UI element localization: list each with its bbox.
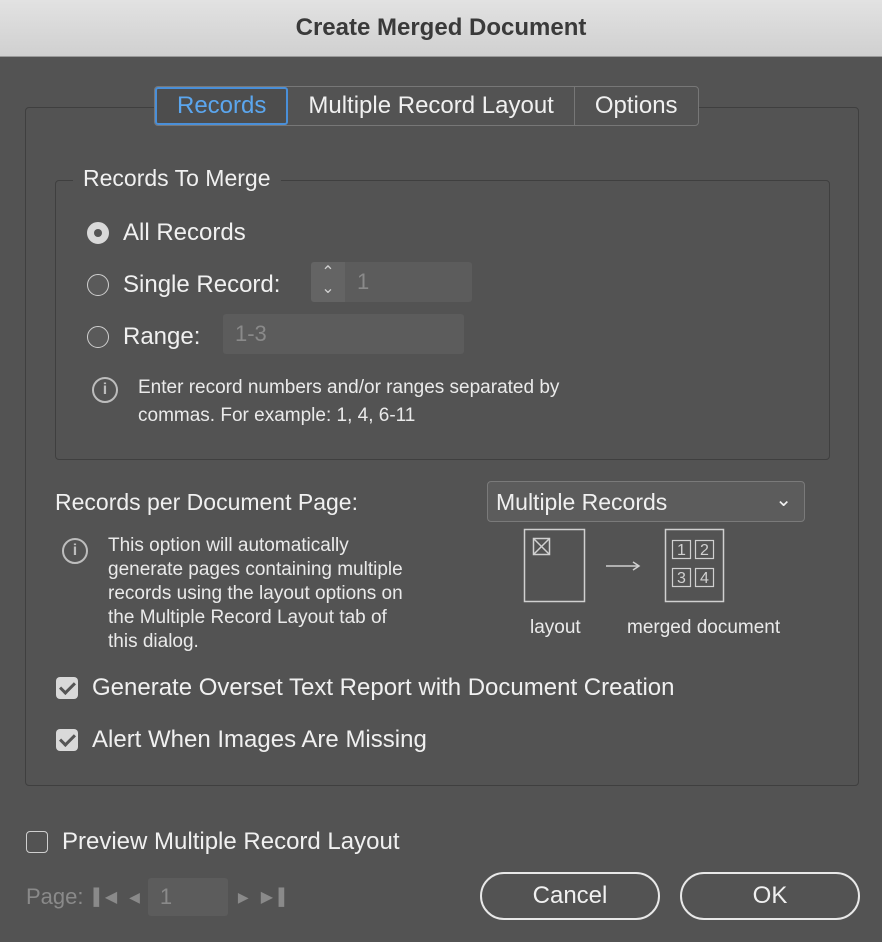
missing-images-option[interactable]: Alert When Images Are Missing	[56, 726, 427, 754]
preview-layout-label: Preview Multiple Record Layout	[62, 828, 400, 855]
all-records-label: All Records	[123, 219, 246, 246]
range-input[interactable]: 1-3	[223, 314, 464, 354]
merged-cell-label: 3	[677, 570, 686, 587]
merged-cell-label: 2	[700, 542, 709, 559]
tab-multiple-record-layout[interactable]: Multiple Record Layout	[288, 87, 575, 125]
info-icon: i	[62, 538, 88, 564]
per-page-info-line-4: the Multiple Record Layout tab of	[108, 607, 387, 628]
cancel-button[interactable]: Cancel	[480, 872, 660, 920]
per-page-info-line-3: records using the layout options on	[108, 583, 403, 604]
next-page-icon[interactable]: ▶	[238, 889, 249, 906]
single-record-option[interactable]: Single Record:	[87, 271, 280, 299]
previous-page-icon[interactable]: ◀	[129, 889, 140, 906]
records-info-text: Enter record numbers and/or ranges separ…	[138, 374, 559, 430]
single-record-radio[interactable]	[87, 274, 109, 296]
info-icon: i	[92, 377, 118, 403]
records-per-page-label: Records per Document Page:	[55, 489, 358, 515]
arrow-right-icon	[606, 561, 641, 571]
single-record-input[interactable]: 1	[345, 262, 472, 302]
range-radio[interactable]	[87, 326, 109, 348]
tab-bar: Records Multiple Record Layout Options	[154, 86, 699, 126]
records-info-line-2: commas. For example: 1, 4, 6-11	[138, 405, 416, 426]
overset-report-label: Generate Overset Text Report with Docume…	[92, 674, 675, 701]
page-label: Page:	[26, 884, 84, 909]
dialog-title: Create Merged Document	[295, 14, 587, 41]
layout-placeholder-icon	[532, 537, 551, 556]
preview-layout-checkbox[interactable]	[26, 831, 48, 853]
per-page-info-line-2: generate pages containing multiple	[108, 559, 403, 580]
records-info-line-1: Enter record numbers and/or ranges separ…	[138, 377, 560, 398]
merged-document-caption: merged document	[627, 617, 781, 638]
chevron-down-icon[interactable]: ⌄	[311, 281, 345, 297]
single-record-label: Single Record:	[123, 271, 281, 298]
layout-caption: layout	[530, 617, 581, 638]
records-per-page-dropdown[interactable]: Multiple Records ⌄	[487, 481, 805, 522]
create-merged-document-dialog: Create Merged Document Records Multiple …	[0, 0, 882, 942]
per-page-info-text: This option will automatically generate …	[108, 534, 403, 654]
page-navigator: Page: ▌◀ ◀ 1 ▶ ▶▐	[26, 878, 284, 916]
missing-images-label: Alert When Images Are Missing	[92, 726, 427, 753]
per-page-info-line-5: this dialog.	[108, 631, 199, 652]
tab-records[interactable]: Records	[155, 87, 289, 125]
merged-cell-label: 4	[700, 570, 709, 587]
overset-report-option[interactable]: Generate Overset Text Report with Docume…	[56, 674, 675, 702]
page-number-input[interactable]: 1	[147, 878, 228, 916]
range-option[interactable]: Range:	[87, 323, 200, 351]
layout-diagram: 1 2 3 4	[523, 528, 725, 603]
last-page-icon[interactable]: ▶▐	[261, 887, 285, 907]
ok-button[interactable]: OK	[680, 872, 860, 920]
missing-images-checkbox[interactable]	[56, 729, 78, 751]
per-page-info-line-1: This option will automatically	[108, 535, 349, 556]
range-label: Range:	[123, 323, 201, 350]
first-page-icon[interactable]: ▌◀	[94, 887, 118, 907]
preview-layout-option[interactable]: Preview Multiple Record Layout	[26, 828, 400, 856]
all-records-option[interactable]: All Records	[87, 219, 246, 247]
all-records-radio[interactable]	[87, 222, 109, 244]
merged-cell-label: 1	[677, 542, 686, 559]
chevron-down-icon: ⌄	[775, 489, 792, 511]
single-record-stepper[interactable]: ⌃ ⌄	[311, 262, 345, 302]
records-to-merge-title: Records To Merge	[73, 165, 281, 192]
records-per-page-value: Multiple Records	[496, 489, 668, 515]
title-bar: Create Merged Document	[0, 0, 882, 57]
tab-options[interactable]: Options	[575, 87, 698, 125]
overset-report-checkbox[interactable]	[56, 677, 78, 699]
chevron-up-icon[interactable]: ⌃	[311, 265, 345, 281]
